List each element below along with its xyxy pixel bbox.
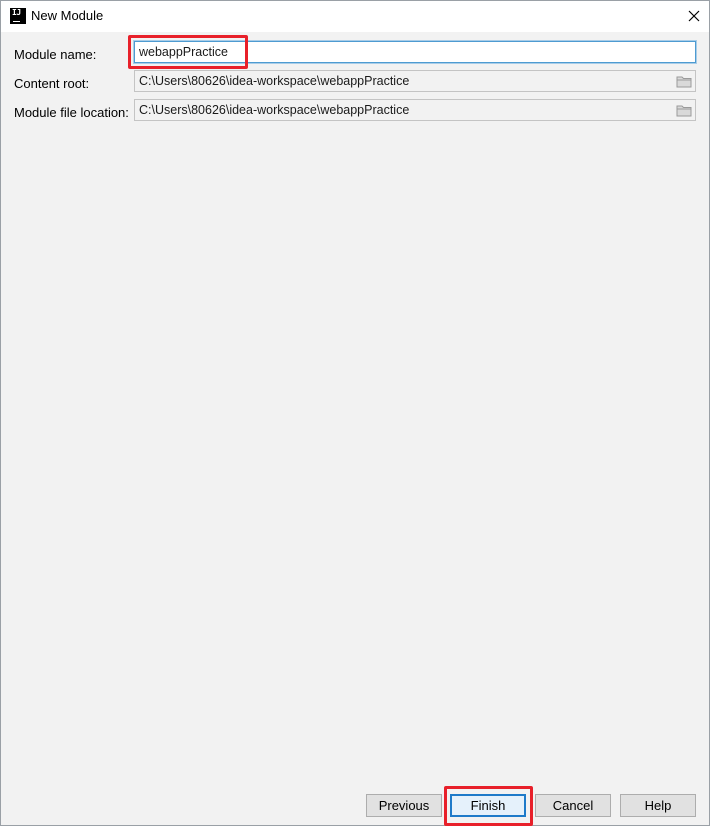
- module-name-input[interactable]: webappPractice: [134, 41, 696, 63]
- folder-icon[interactable]: [676, 75, 692, 88]
- intellij-app-icon: IJ: [10, 8, 26, 24]
- window-title: New Module: [31, 8, 104, 23]
- module-name-value: webappPractice: [139, 45, 228, 59]
- content-root-value: C:\Users\80626\idea-workspace\webappPrac…: [139, 74, 410, 88]
- close-icon: [688, 10, 700, 22]
- module-name-label: Module name:: [14, 47, 97, 62]
- content-root-input[interactable]: C:\Users\80626\idea-workspace\webappPrac…: [134, 70, 696, 92]
- content-root-label: Content root:: [14, 76, 90, 91]
- previous-button[interactable]: Previous: [366, 794, 442, 817]
- module-file-location-input[interactable]: C:\Users\80626\idea-workspace\webappPrac…: [134, 99, 696, 121]
- app-icon-text: IJ: [12, 8, 21, 17]
- title-bar: IJ New Module: [1, 1, 709, 32]
- close-button[interactable]: [679, 3, 709, 29]
- cancel-button[interactable]: Cancel: [535, 794, 611, 817]
- module-file-location-value: C:\Users\80626\idea-workspace\webappPrac…: [139, 103, 410, 117]
- new-module-dialog: IJ New Module Module name: webappPractic…: [0, 0, 710, 826]
- module-file-location-label: Module file location:: [14, 105, 129, 120]
- finish-button[interactable]: Finish: [450, 794, 526, 817]
- help-button[interactable]: Help: [620, 794, 696, 817]
- folder-icon[interactable]: [676, 104, 692, 117]
